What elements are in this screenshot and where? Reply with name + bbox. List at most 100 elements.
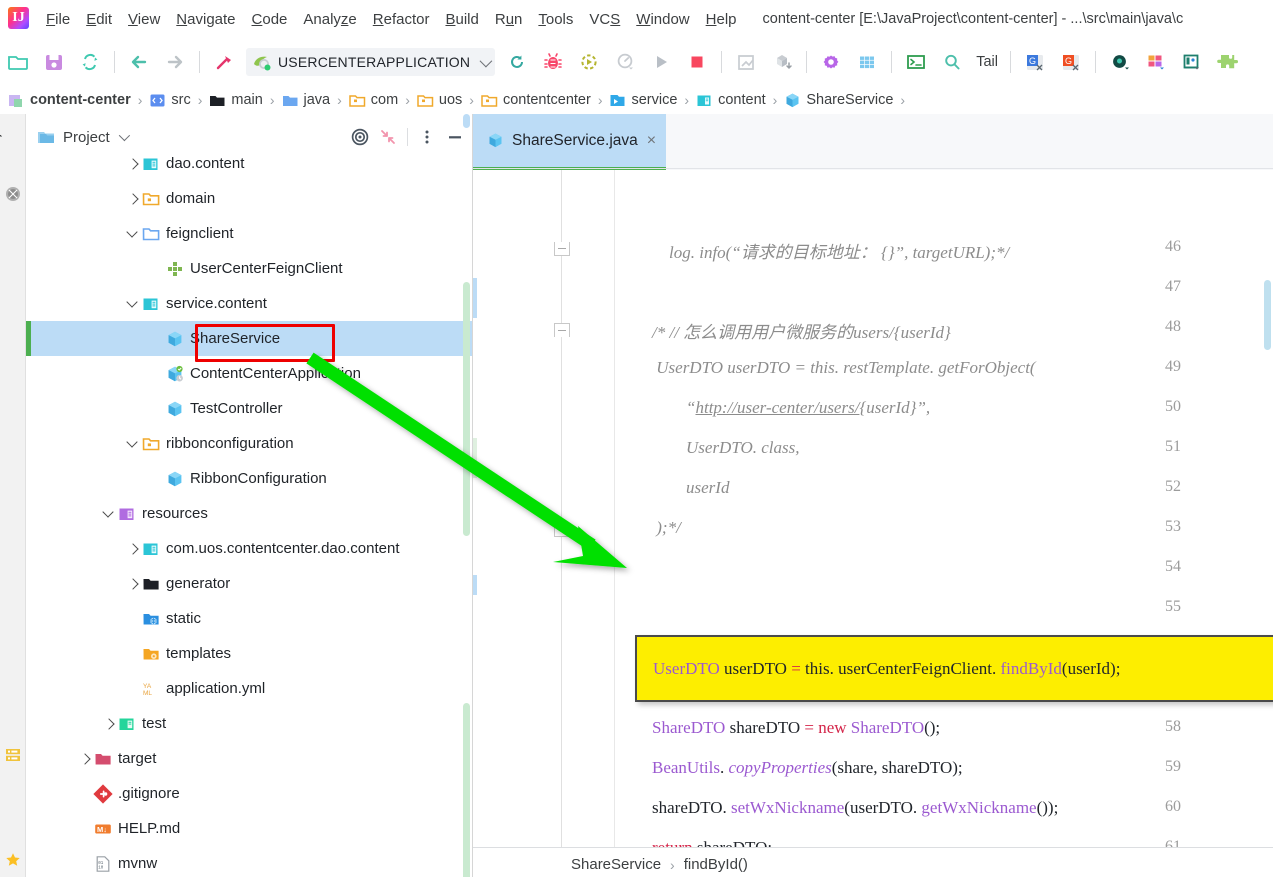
editor-scrollbar-thumb[interactable]: [1264, 280, 1271, 350]
chevron-down-icon[interactable]: [118, 129, 130, 142]
breadcrumb-item-uos[interactable]: uos: [417, 92, 462, 109]
menu-item-run[interactable]: Run: [487, 9, 531, 30]
tree-scrollbar[interactable]: [463, 114, 470, 128]
code-token: userDTO: [719, 659, 792, 678]
search-icon[interactable]: [938, 48, 966, 76]
debug-bug-icon[interactable]: [539, 48, 567, 76]
menu-item-build[interactable]: Build: [437, 9, 486, 30]
chevron-right-icon[interactable]: [126, 577, 140, 591]
breadcrumb-item-java[interactable]: java: [282, 92, 330, 109]
breadcrumb-item-content[interactable]: content: [696, 92, 766, 109]
chevron-right-icon[interactable]: [78, 752, 92, 766]
tree-node-feignclient[interactable]: feignclient: [26, 216, 472, 251]
status-breadcrumb-item[interactable]: findById(): [684, 856, 748, 873]
breadcrumb-item-contentcenter[interactable]: contentcenter: [481, 92, 591, 109]
tree-node-domain[interactable]: domain: [26, 181, 472, 216]
build-hammer-icon[interactable]: [210, 48, 238, 76]
profiler-icon[interactable]: [611, 48, 639, 76]
menu-item-vcs[interactable]: VCS: [581, 9, 628, 30]
breadcrumb-item-src[interactable]: src: [149, 92, 191, 109]
tree-node-test[interactable]: test: [26, 706, 472, 741]
project-icon[interactable]: [5, 186, 21, 202]
menu-item-file[interactable]: File: [38, 9, 78, 30]
run-icon[interactable]: [647, 48, 675, 76]
tree-node-help-md[interactable]: M↓ HELP.md: [26, 811, 472, 846]
dashboard-icon[interactable]: [1142, 48, 1170, 76]
tree-node-ribbonconfiguration[interactable]: ribbonconfiguration: [26, 426, 472, 461]
menu-item-refactor[interactable]: Refactor: [365, 9, 438, 30]
tree-node--gitignore[interactable]: .gitignore: [26, 776, 472, 811]
terminal-icon[interactable]: [902, 48, 930, 76]
tree-scrollbar-thumb-lower[interactable]: [463, 703, 470, 877]
google-translate-blue-icon[interactable]: G: [1021, 48, 1049, 76]
database-icon[interactable]: [1106, 48, 1134, 76]
sync-refresh-icon[interactable]: [76, 48, 104, 76]
stop-icon[interactable]: [683, 48, 711, 76]
google-translate-red-icon[interactable]: G: [1057, 48, 1085, 76]
chevron-right-icon[interactable]: [102, 717, 116, 731]
menu-item-view[interactable]: View: [120, 9, 168, 30]
breadcrumb-item-content-center[interactable]: content-center: [8, 92, 131, 109]
chevron-down-icon[interactable]: [102, 507, 116, 521]
menu-item-code[interactable]: Code: [244, 9, 296, 30]
run-with-coverage-icon[interactable]: [575, 48, 603, 76]
chevron-right-icon[interactable]: [126, 542, 140, 556]
settings-gear-icon[interactable]: [817, 48, 845, 76]
update-project-icon[interactable]: [732, 48, 760, 76]
navigate-forward-icon[interactable]: [161, 48, 189, 76]
close-icon[interactable]: ×: [647, 132, 656, 150]
breadcrumb-label: src: [171, 92, 191, 108]
save-all-icon[interactable]: [40, 48, 68, 76]
tree-node-target[interactable]: target: [26, 741, 472, 776]
editor-tab-shareservice[interactable]: ShareService.java ×: [473, 114, 667, 167]
layout-grid-icon[interactable]: [853, 48, 881, 76]
markdown-icon[interactable]: [1178, 48, 1206, 76]
tree-node-com-uos-contentcenter-dao-content[interactable]: com.uos.contentcenter.dao.content: [26, 531, 472, 566]
tree-node-templates[interactable]: templates: [26, 636, 472, 671]
status-breadcrumb-item[interactable]: ShareService: [571, 856, 661, 873]
tail-label[interactable]: Tail: [976, 54, 998, 70]
chevron-down-icon[interactable]: [126, 227, 140, 241]
breadcrumb-item-com[interactable]: com: [349, 92, 398, 109]
menu-item-help[interactable]: Help: [698, 9, 745, 30]
menu-item-tools[interactable]: Tools: [530, 9, 581, 30]
tree-node-service-content[interactable]: service.content: [26, 286, 472, 321]
structure-icon[interactable]: [5, 747, 21, 763]
fold-marker-start[interactable]: [554, 323, 570, 337]
rerun-icon[interactable]: [503, 48, 531, 76]
tree-node-mvnw[interactable]: 01 10 mvnw: [26, 846, 472, 877]
tree-node-generator[interactable]: generator: [26, 566, 472, 601]
fold-marker-end[interactable]: [554, 523, 570, 537]
chevron-right-icon[interactable]: [126, 192, 140, 206]
open-project-icon[interactable]: [4, 48, 32, 76]
tree-node-dao-content[interactable]: dao.content: [26, 146, 472, 181]
commit-icon[interactable]: [768, 48, 796, 76]
fold-marker-end[interactable]: [554, 242, 570, 256]
plugin-puzzle-icon[interactable]: [1214, 48, 1242, 76]
breadcrumb-item-main[interactable]: main: [209, 92, 263, 109]
tree-node-usercenterfeignclient[interactable]: UserCenterFeignClient: [26, 251, 472, 286]
tree-node-contentcenterapplication[interactable]: ContentCenterApplication: [26, 356, 472, 391]
editor-gutter[interactable]: [473, 170, 615, 847]
tree-node-ribbonconfiguration[interactable]: RibbonConfiguration: [26, 461, 472, 496]
menu-item-navigate[interactable]: Navigate: [168, 9, 243, 30]
chevron-down-icon[interactable]: [479, 54, 493, 67]
run-configuration-selector[interactable]: USERCENTERAPPLICATION: [246, 48, 496, 76]
breadcrumb-item-shareservice[interactable]: ShareService: [784, 92, 893, 109]
menu-item-edit[interactable]: Edit: [78, 9, 120, 30]
code-editor[interactable]: log. info(“请求的目标地址： {}”, targetURL);*/ /…: [473, 170, 1273, 847]
tree-node-application-yml[interactable]: YA ML application.yml: [26, 671, 472, 706]
tree-node-testcontroller[interactable]: TestController: [26, 391, 472, 426]
chevron-right-icon[interactable]: [126, 157, 140, 171]
tree-node-resources[interactable]: resources: [26, 496, 472, 531]
chevron-down-icon[interactable]: [126, 297, 140, 311]
tree-node-static[interactable]: static: [26, 601, 472, 636]
chevron-down-icon[interactable]: [126, 437, 140, 451]
menu-item-window[interactable]: Window: [628, 9, 697, 30]
breadcrumb-item-service[interactable]: service: [609, 92, 677, 109]
menu-item-analyze[interactable]: Analyze: [295, 9, 364, 30]
navigate-back-icon[interactable]: [125, 48, 153, 76]
tree-node-shareservice[interactable]: ShareService: [26, 321, 472, 356]
tree-scrollbar-thumb[interactable]: [463, 282, 470, 536]
favorites-star-icon[interactable]: [5, 852, 21, 868]
